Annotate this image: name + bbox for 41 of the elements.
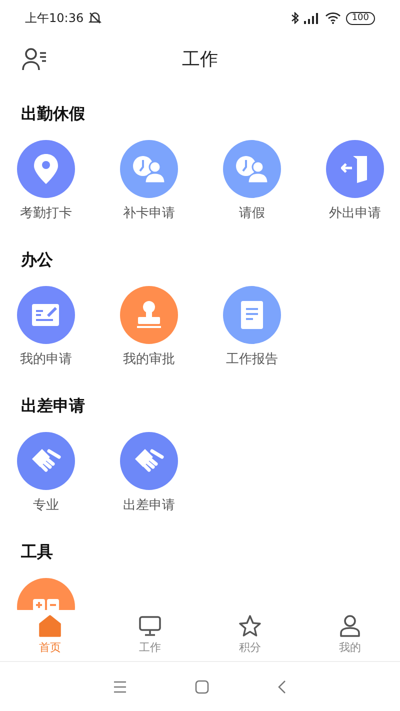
- status-time: 上午10:36: [25, 10, 84, 27]
- nav-tab[interactable]: 我的: [300, 610, 400, 661]
- stamp-icon: [135, 300, 163, 330]
- feature-shortcut[interactable]: 出差申请: [120, 432, 178, 516]
- nav-tab[interactable]: 工作: [100, 610, 200, 661]
- home-square-icon[interactable]: [195, 680, 209, 694]
- menu-icon[interactable]: [113, 680, 127, 692]
- section-title: 办公: [20, 250, 54, 270]
- profile-menu-button[interactable]: [22, 47, 48, 71]
- monitor-icon: [138, 614, 162, 638]
- bluetooth-icon: [290, 12, 299, 24]
- handshake-icon: [133, 447, 165, 475]
- form-edit-icon: [31, 302, 61, 328]
- feature-shortcut[interactable]: 请假: [223, 140, 281, 224]
- star-icon: [238, 614, 262, 638]
- user-icon: [338, 614, 362, 638]
- feature-shortcut[interactable]: 工作报告: [223, 286, 281, 370]
- door-exit-icon: [341, 154, 369, 184]
- nav-tab[interactable]: 积分: [200, 610, 300, 661]
- document-icon: [240, 300, 264, 330]
- clock-person-icon: [132, 155, 166, 183]
- feature-shortcut[interactable]: 专业: [17, 432, 75, 516]
- battery-indicator: 100: [346, 12, 375, 24]
- clock-person-icon: [235, 155, 269, 183]
- section-title: 出勤休假: [20, 104, 86, 124]
- back-icon[interactable]: [277, 680, 287, 694]
- home-icon: [38, 614, 62, 638]
- feature-shortcut[interactable]: 考勤打卡: [17, 140, 75, 224]
- section-title: 工具: [20, 542, 54, 562]
- feature-shortcut[interactable]: 外出申请: [326, 140, 384, 224]
- alarm-off-icon: [88, 11, 102, 25]
- page-title: 工作: [182, 48, 218, 72]
- section-title: 出差申请: [20, 396, 86, 416]
- location-pin-icon: [33, 153, 59, 185]
- feature-shortcut[interactable]: 我的审批: [120, 286, 178, 370]
- handshake-icon: [30, 447, 62, 475]
- wifi-icon: [324, 12, 341, 24]
- signal-icon: [304, 12, 320, 24]
- feature-shortcut[interactable]: 我的申请: [17, 286, 75, 370]
- feature-shortcut[interactable]: 补卡申请: [120, 140, 178, 224]
- user-list-icon: [22, 47, 48, 71]
